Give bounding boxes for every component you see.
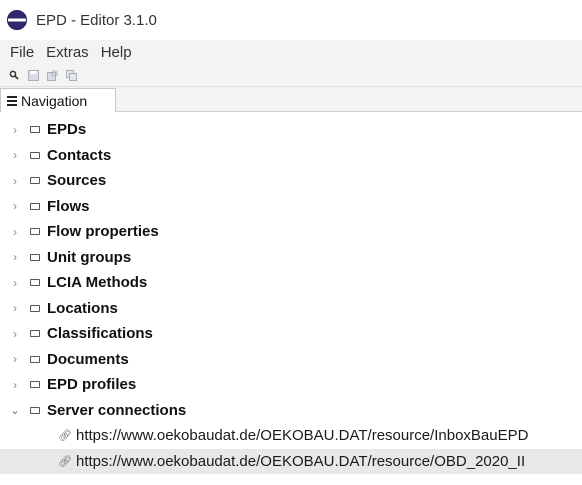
server-connection-url: https://www.oekobaudat.de/OEKOBAU.DAT/re… (76, 427, 529, 445)
server-connection-item[interactable]: 🔗︎ https://www.oekobaudat.de/OEKOBAU.DAT… (0, 423, 582, 449)
folder-icon (30, 228, 40, 236)
chevron-right-icon[interactable]: › (9, 148, 21, 162)
tree-item-label: EPDs (47, 121, 87, 139)
menu-bar: File Extras Help (0, 40, 582, 64)
menu-help[interactable]: Help (101, 44, 132, 61)
chevron-right-icon[interactable]: › (9, 123, 21, 137)
tree-item-label: Unit groups (47, 248, 132, 266)
chevron-down-icon[interactable]: ⌄ (9, 404, 21, 417)
save-icon[interactable] (27, 69, 39, 81)
tree-item-flows[interactable]: › Flows (0, 194, 582, 220)
tree-item-label: Contacts (47, 146, 112, 164)
folder-icon (30, 151, 40, 159)
chevron-right-icon[interactable]: › (9, 327, 21, 341)
folder-icon (30, 253, 40, 261)
chevron-right-icon[interactable]: › (9, 301, 21, 315)
tree-item-contacts[interactable]: › Contacts (0, 143, 582, 169)
chevron-right-icon[interactable]: › (9, 250, 21, 264)
tree-item-server-connections[interactable]: ⌄ Server connections (0, 398, 582, 424)
tree-item-unit-groups[interactable]: › Unit groups (0, 245, 582, 271)
chevron-right-icon[interactable]: › (9, 174, 21, 188)
chevron-right-icon[interactable]: › (9, 225, 21, 239)
tree-item-classifications[interactable]: › Classifications (0, 321, 582, 347)
search-icon[interactable] (8, 69, 20, 81)
list-icon (7, 95, 17, 106)
menu-file[interactable]: File (10, 44, 34, 61)
folder-icon (30, 279, 40, 287)
chevron-right-icon[interactable]: › (9, 199, 21, 213)
tree-item-epd-profiles[interactable]: › EPD profiles (0, 372, 582, 398)
folder-icon (30, 177, 40, 185)
view-tab-bar: Navigation (0, 86, 582, 112)
save-all-icon[interactable] (46, 69, 58, 81)
chevron-right-icon[interactable]: › (9, 352, 21, 366)
chevron-right-icon[interactable]: › (9, 378, 21, 392)
server-connection-item-selected[interactable]: 🔗︎ https://www.oekobaudat.de/OEKOBAU.DAT… (0, 448, 582, 474)
tab-navigation[interactable]: Navigation (0, 88, 116, 112)
title-bar: EPD - Editor 3.1.0 (0, 0, 582, 40)
tree-item-sources[interactable]: › Sources (0, 168, 582, 194)
folder-icon (30, 202, 40, 210)
server-connection-url: https://www.oekobaudat.de/OEKOBAU.DAT/re… (76, 452, 526, 470)
tree-item-epds[interactable]: › EPDs (0, 117, 582, 143)
tree-item-locations[interactable]: › Locations (0, 296, 582, 322)
folder-icon (30, 304, 40, 312)
tree-item-documents[interactable]: › Documents (0, 347, 582, 373)
link-icon: 🔗︎ (58, 430, 72, 443)
tree-item-label: Sources (47, 172, 107, 190)
tree-item-label: EPD profiles (47, 376, 137, 394)
link-icon: 🔗︎ (58, 455, 72, 468)
navigation-tree: › EPDs › Contacts › Sources › Flows › Fl… (0, 117, 582, 474)
folder-icon (30, 406, 40, 414)
folder-icon (30, 126, 40, 134)
tab-navigation-label: Navigation (21, 92, 88, 109)
tree-item-flow-properties[interactable]: › Flow properties (0, 219, 582, 245)
menu-extras[interactable]: Extras (46, 44, 89, 61)
tree-item-label: Flow properties (47, 223, 159, 241)
copy-icon[interactable] (65, 69, 77, 81)
folder-icon (30, 330, 40, 338)
tree-item-label: LCIA Methods (47, 274, 148, 292)
tree-item-label: Flows (47, 197, 90, 215)
tree-item-label: Server connections (47, 401, 187, 419)
tree-item-label: Locations (47, 299, 118, 317)
folder-icon (30, 355, 40, 363)
tree-item-label: Classifications (47, 325, 153, 343)
app-logo-icon (7, 10, 27, 30)
chevron-right-icon[interactable]: › (9, 276, 21, 290)
tree-item-label: Documents (47, 350, 129, 368)
toolbar (0, 64, 582, 86)
window-title: EPD - Editor 3.1.0 (36, 11, 157, 29)
tree-item-lcia-methods[interactable]: › LCIA Methods (0, 270, 582, 296)
folder-icon (30, 381, 40, 389)
